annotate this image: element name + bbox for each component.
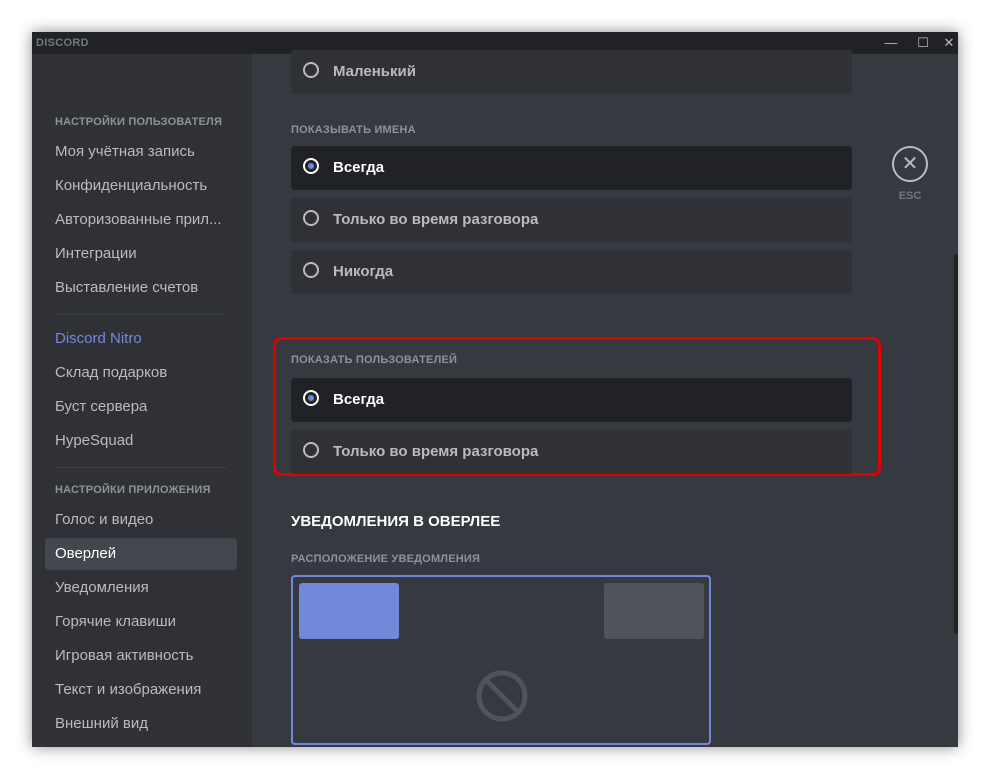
radio-button[interactable] [303, 262, 319, 278]
radio-selected-dot [308, 163, 314, 169]
sidebar-item-voice-video[interactable]: Голос и видео [45, 504, 237, 536]
sidebar-item-billing[interactable]: Выставление счетов [45, 272, 237, 304]
settings-sidebar: НАСТРОЙКИ ПОЛЬЗОВАТЕЛЯ Моя учётная запис… [32, 54, 252, 747]
sidebar-item-gift-inventory[interactable]: Склад подарков [45, 357, 237, 389]
sidebar-item-integrations[interactable]: Интеграции [45, 238, 237, 270]
radio-option-users-always[interactable]: Всегда [291, 378, 852, 422]
notification-position-picker [291, 575, 711, 745]
overlay-notifications-title: УВЕДОМЛЕНИЯ В ОВЕРЛЕЕ [291, 513, 501, 530]
settings-content: Маленький ПОКАЗЫВАТЬ ИМЕНА Всегда Только… [252, 50, 958, 747]
sidebar-item-server-boost[interactable]: Буст сервера [45, 391, 237, 423]
minimize-button[interactable]: — [874, 32, 908, 54]
esc-label: ESC [898, 190, 922, 202]
radio-button[interactable] [303, 62, 319, 78]
sidebar-item-appearance[interactable]: Внешний вид [45, 708, 237, 740]
close-icon: ✕ [901, 153, 919, 175]
disabled-icon[interactable] [475, 669, 529, 723]
radio-label: Всегда [333, 159, 385, 176]
sidebar-item-notifications[interactable]: Уведомления [45, 572, 237, 604]
window-close-button[interactable]: ✕ [932, 32, 958, 54]
position-top-left[interactable] [299, 583, 399, 639]
sidebar-item-overlay[interactable]: Оверлей [45, 538, 237, 570]
radio-button[interactable] [303, 158, 319, 174]
radio-label: Только во время разговора [333, 211, 539, 228]
radio-button[interactable] [303, 390, 319, 406]
radio-label: Только во время разговора [333, 443, 539, 460]
notification-position-title: РАСПОЛОЖЕНИЕ УВЕДОМЛЕНИЯ [291, 553, 481, 565]
sidebar-divider [55, 314, 227, 315]
radio-option-users-speaking[interactable]: Только во время разговора [291, 430, 852, 474]
radio-option-avatar-small[interactable]: Маленький [291, 50, 852, 94]
radio-label: Всегда [333, 391, 385, 408]
sidebar-item-my-account[interactable]: Моя учётная запись [45, 136, 237, 168]
sidebar-item-hypesquad[interactable]: HypeSquad [45, 425, 237, 457]
show-users-title: ПОКАЗАТЬ ПОЛЬЗОВАТЕЛЕЙ [291, 354, 458, 366]
radio-button[interactable] [303, 442, 319, 458]
sidebar-item-keybinds[interactable]: Горячие клавиши [45, 606, 237, 638]
radio-label: Никогда [333, 263, 394, 280]
sidebar-item-privacy[interactable]: Конфиденциальность [45, 170, 237, 202]
radio-label: Маленький [333, 63, 416, 80]
app-logo: DISCORD [36, 37, 89, 49]
show-names-title: ПОКАЗЫВАТЬ ИМЕНА [291, 124, 416, 136]
radio-option-names-speaking[interactable]: Только во время разговора [291, 198, 852, 242]
radio-button[interactable] [303, 210, 319, 226]
radio-selected-dot [308, 395, 314, 401]
close-settings-button[interactable]: ✕ [892, 146, 928, 182]
sidebar-item-discord-nitro[interactable]: Discord Nitro [45, 323, 237, 355]
user-settings-header: НАСТРОЙКИ ПОЛЬЗОВАТЕЛЯ [55, 116, 223, 128]
sidebar-item-authorized-apps[interactable]: Авторизованные прил... [45, 204, 237, 236]
discord-window: DISCORD — ☐ ✕ НАСТРОЙКИ ПОЛЬЗОВАТЕЛЯ Моя… [32, 32, 958, 747]
app-settings-header: НАСТРОЙКИ ПРИЛОЖЕНИЯ [55, 484, 211, 496]
radio-option-names-always[interactable]: Всегда [291, 146, 852, 190]
radio-option-names-never[interactable]: Никогда [291, 250, 852, 294]
position-top-right[interactable] [604, 583, 704, 639]
sidebar-item-game-activity[interactable]: Игровая активность [45, 640, 237, 672]
sidebar-divider [55, 467, 227, 468]
sidebar-item-text-images[interactable]: Текст и изображения [45, 674, 237, 706]
scrollbar[interactable] [954, 254, 958, 634]
